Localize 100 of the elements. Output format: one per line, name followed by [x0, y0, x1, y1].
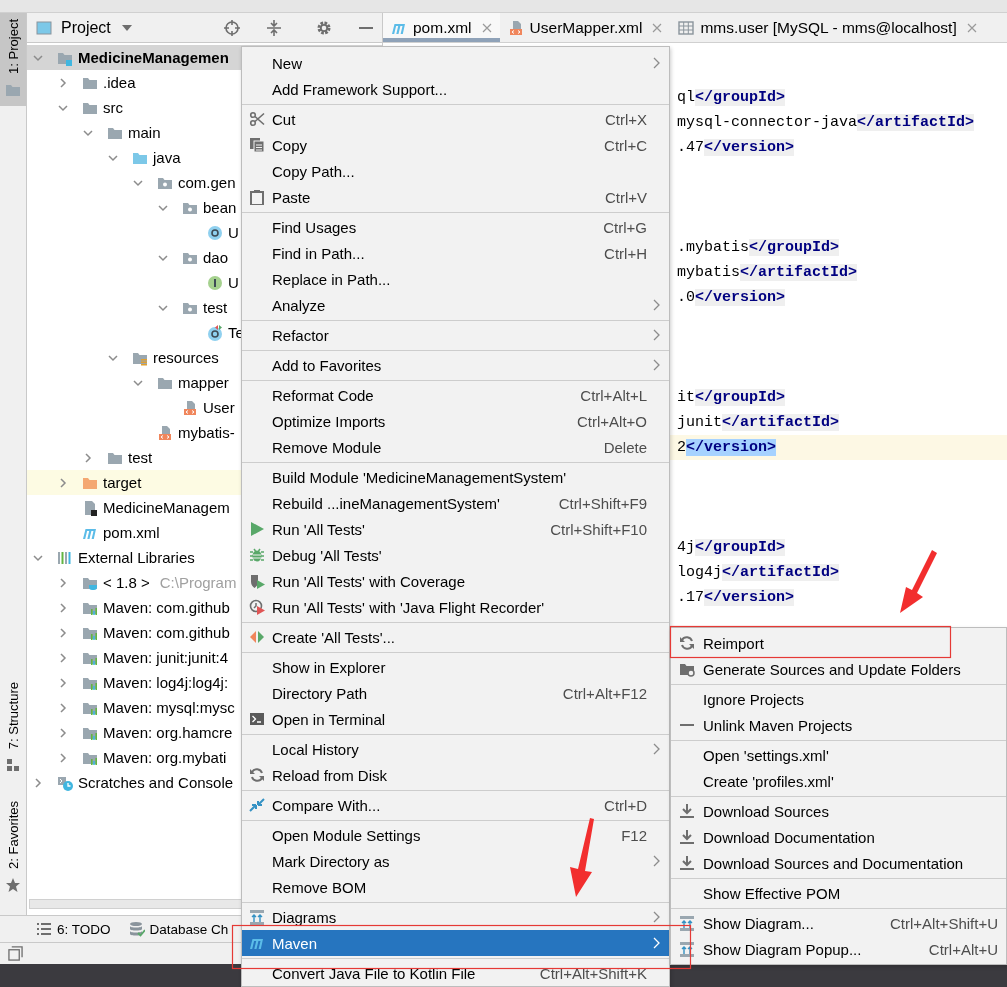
tree-item-label: Scratches and Console: [78, 774, 234, 791]
editor-tab[interactable]: UserMapper.xml: [499, 13, 671, 42]
download-icon: [679, 803, 695, 819]
menu-item[interactable]: Open in Terminal: [242, 706, 669, 732]
menu-item[interactable]: Directory Path Ctrl+Alt+F12: [242, 680, 669, 706]
tool-window-tab[interactable]: 1: Project: [0, 13, 26, 106]
editor-tab[interactable]: pom.xml: [383, 13, 500, 42]
menu-item[interactable]: Diagrams: [242, 904, 669, 930]
star-icon: [5, 877, 21, 893]
menu-item[interactable]: Refactor: [242, 322, 669, 348]
menu-item[interactable]: Unlink Maven Projects: [671, 712, 1006, 738]
close-icon[interactable]: [966, 22, 977, 33]
code-text: 2: [677, 439, 686, 456]
code-text: ql: [677, 89, 695, 106]
collapse-icon[interactable]: [266, 19, 282, 36]
code-text: it: [677, 389, 695, 406]
compare-arrows-icon: [249, 797, 265, 813]
tree-item-label: Maven: org.hamcre: [103, 724, 233, 741]
menu-item[interactable]: Show in Explorer: [242, 654, 669, 680]
code-text: .mybatis: [677, 239, 749, 256]
tree-item-label: Maven: mysql:mysc: [103, 699, 235, 716]
menu-item[interactable]: Ignore Projects: [671, 686, 1006, 712]
menu-item[interactable]: Run 'All Tests' with Coverage: [242, 568, 669, 594]
code-text: .17: [677, 589, 704, 606]
menu-item[interactable]: Run 'All Tests' Ctrl+Shift+F10: [242, 516, 669, 542]
menu-item[interactable]: Copy Ctrl+C: [242, 132, 669, 158]
xml-tag: </artifactId>: [857, 114, 975, 131]
split-arrows-icon: [249, 629, 265, 645]
menu-item[interactable]: Copy Path...: [242, 158, 669, 184]
tree-item-label: < 1.8 >: [103, 574, 150, 591]
close-icon[interactable]: [481, 22, 492, 33]
menu-item[interactable]: Convert Java File to Kotlin File Ctrl+Alt+Shift+K: [242, 960, 669, 986]
reload-icon: [249, 767, 265, 783]
menu-item[interactable]: Find in Path... Ctrl+H: [242, 240, 669, 266]
download-icon: [679, 829, 695, 845]
menu-item[interactable]: Cut Ctrl+X: [242, 106, 669, 132]
tree-item-label: mybatis-: [178, 424, 235, 441]
editor-tab[interactable]: mms.user [MySQL - mms@localhost]: [670, 13, 985, 42]
menu-item[interactable]: Optimize Imports Ctrl+Alt+O: [242, 408, 669, 434]
xml-file-icon: [182, 399, 198, 416]
target-icon[interactable]: [224, 19, 240, 36]
menu-item[interactable]: Remove BOM: [242, 874, 669, 900]
menu-item[interactable]: Download Sources: [671, 798, 1006, 824]
close-icon[interactable]: [652, 22, 663, 33]
menu-item[interactable]: Open 'settings.xml': [671, 742, 1006, 768]
menu-item[interactable]: Paste Ctrl+V: [242, 184, 669, 210]
minus-icon: [679, 723, 695, 727]
window-icon[interactable]: [8, 946, 23, 961]
menu-item[interactable]: Analyze: [242, 292, 669, 318]
xml-tag: </version>: [704, 139, 795, 156]
menu-item[interactable]: Show Diagram... Ctrl+Alt+Shift+U: [671, 910, 1006, 936]
menu-item[interactable]: Compare With... Ctrl+D: [242, 792, 669, 818]
tree-item-label: mapper: [178, 374, 229, 391]
tree-item-label: test: [128, 449, 153, 466]
panel-title[interactable]: Project: [61, 18, 111, 37]
menu-item[interactable]: Create 'All Tests'...: [242, 624, 669, 650]
tree-item-label: com.gen: [178, 174, 236, 191]
class-icon: [207, 224, 223, 241]
scratches-icon: [57, 774, 73, 791]
tree-item-label: main: [128, 124, 161, 141]
menu-item[interactable]: Debug 'All Tests': [242, 542, 669, 568]
menu-item[interactable]: Reimport: [671, 630, 1006, 656]
tree-item-label: User: [203, 399, 235, 416]
menu-item[interactable]: Mark Directory as: [242, 848, 669, 874]
reload-icon: [679, 635, 695, 651]
menu-item[interactable]: Create 'profiles.xml': [671, 768, 1006, 794]
tool-window-button[interactable]: Database Ch: [128, 921, 229, 937]
tree-item-label: Maven: com.github: [103, 599, 230, 616]
menu-item[interactable]: Download Documentation: [671, 824, 1006, 850]
tree-item-label: target: [103, 474, 142, 491]
settings-icon[interactable]: [316, 19, 332, 36]
menu-item[interactable]: Find Usages Ctrl+G: [242, 214, 669, 240]
structure-icon: [5, 757, 21, 774]
xml-tag: </artifactId>: [722, 414, 840, 431]
menu-item[interactable]: Add to Favorites: [242, 352, 669, 378]
menu-item[interactable]: Local History: [242, 736, 669, 762]
download-icon: [679, 855, 695, 871]
menu-item[interactable]: Show Diagram Popup... Ctrl+Alt+U: [671, 936, 1006, 962]
dropdown-caret-icon[interactable]: [121, 24, 132, 31]
menu-item[interactable]: Download Sources and Documentation: [671, 850, 1006, 876]
menu-item[interactable]: Maven: [242, 930, 669, 956]
menu-item[interactable]: Generate Sources and Update Folders: [671, 656, 1006, 682]
menu-item[interactable]: Show Effective POM: [671, 880, 1006, 906]
tree-item-label: Maven: junit:junit:4: [103, 649, 229, 666]
menu-item[interactable]: Reload from Disk: [242, 762, 669, 788]
menu-item[interactable]: Run 'All Tests' with 'Java Flight Recorder': [242, 594, 669, 620]
menu-item[interactable]: Open Module Settings F12: [242, 822, 669, 848]
tool-window-tab[interactable]: 2: Favorites: [0, 795, 26, 901]
menu-item[interactable]: Add Framework Support...: [242, 76, 669, 102]
menu-item[interactable]: Reformat Code Ctrl+Alt+L: [242, 382, 669, 408]
xml-tag: </groupId>: [695, 539, 786, 556]
clipboard-icon: [249, 189, 265, 205]
xml-tag: </artifactId>: [740, 264, 858, 281]
tree-item-label: MedicineManagem: [103, 499, 230, 516]
tool-window-button[interactable]: 6: TODO: [36, 921, 111, 937]
tool-window-tab[interactable]: 7: Structure: [0, 675, 26, 782]
menu-item[interactable]: Remove Module Delete: [242, 434, 669, 460]
menu-item[interactable]: Replace in Path...: [242, 266, 669, 292]
interface-icon: [207, 274, 223, 291]
xml-tag: </groupId>: [695, 389, 786, 406]
